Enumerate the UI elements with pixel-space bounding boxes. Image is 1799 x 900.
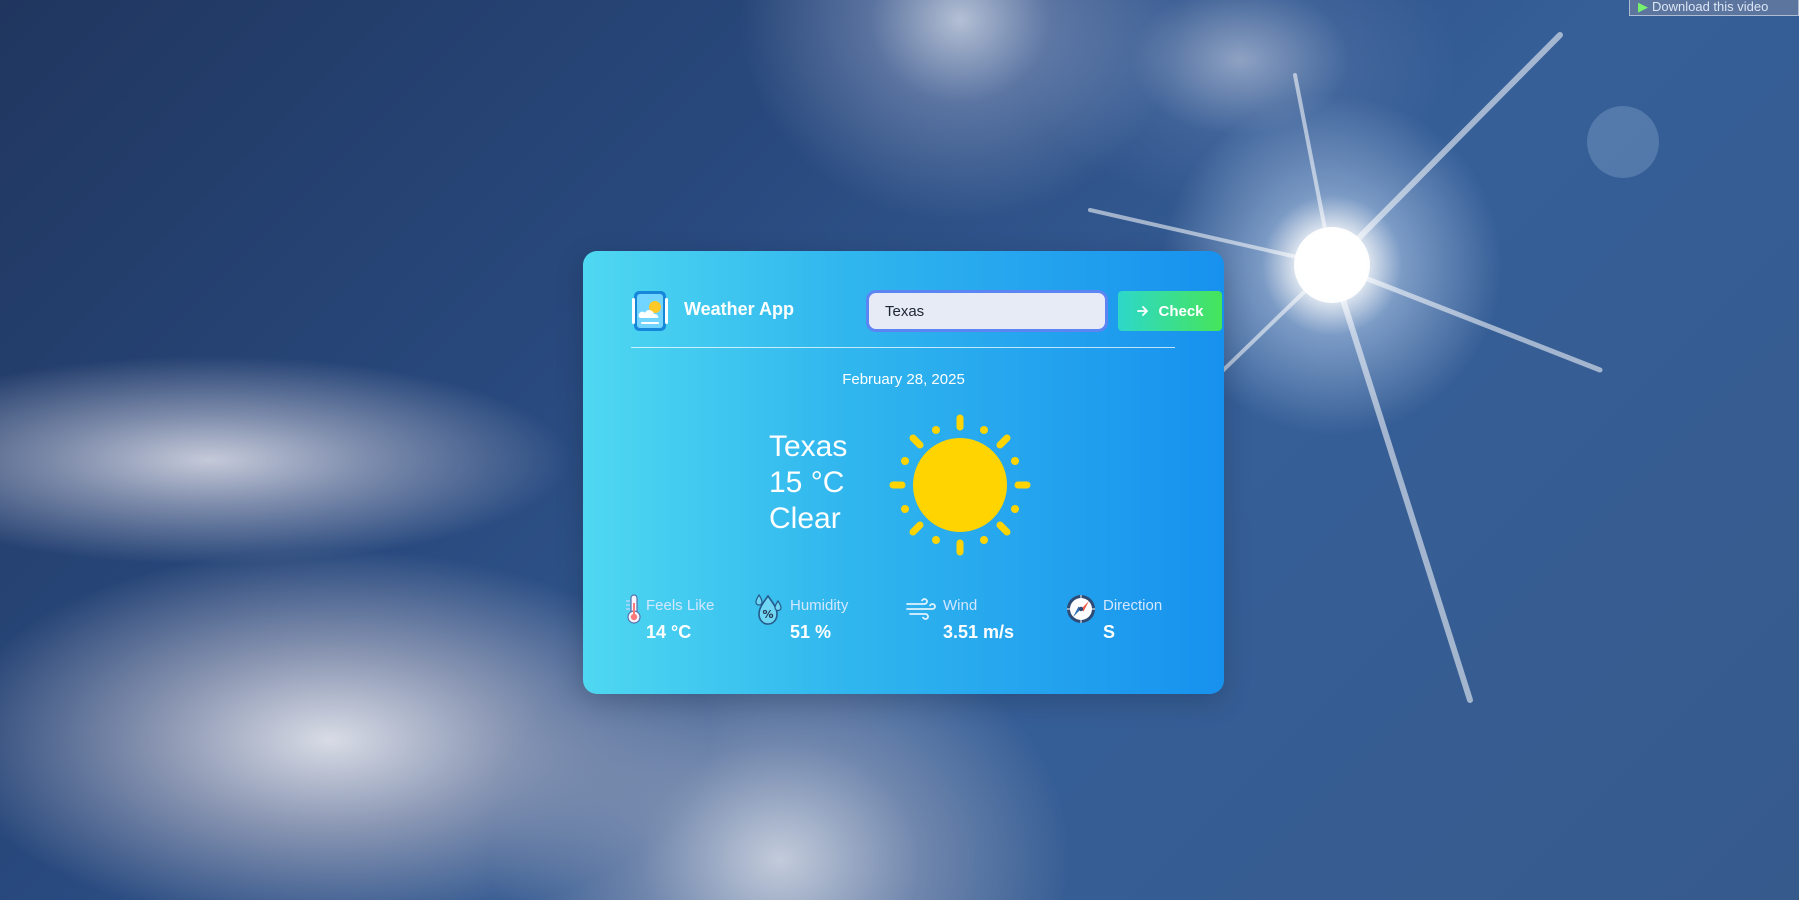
weather-date: February 28, 2025 — [842, 371, 965, 388]
play-icon: ▶ — [1638, 0, 1648, 14]
download-video-tab[interactable]: ▶ Download this video — [1629, 0, 1799, 16]
city-name: Texas — [769, 430, 848, 463]
location-search-input[interactable] — [866, 290, 1108, 332]
humidity-label: Humidity — [790, 597, 849, 614]
app-title: Weather App — [684, 299, 795, 319]
direction-value: S — [1103, 622, 1116, 642]
feels-like-stat: Feels Like 14 °C — [623, 593, 733, 653]
svg-text:%: % — [762, 608, 773, 621]
humidity-stat: % Humidity 51 % — [752, 593, 872, 653]
arrow-right-icon — [1137, 306, 1149, 316]
direction-stat: Direction S — [1065, 593, 1185, 653]
weather-condition: Clear — [769, 502, 841, 535]
thermometer-icon — [626, 594, 641, 624]
wind-icon — [906, 598, 936, 620]
header-divider — [631, 347, 1175, 348]
download-video-label: Download this video — [1652, 0, 1769, 14]
sun-icon — [889, 414, 1031, 556]
humidity-icon: % — [755, 593, 782, 625]
humidity-value: 51 % — [790, 622, 832, 642]
current-temperature: 15 °C — [769, 466, 845, 499]
weather-app-icon — [632, 291, 668, 331]
wind-stat: Wind 3.51 m/s — [905, 593, 1045, 653]
feels-like-value: 14 °C — [646, 622, 692, 642]
weather-details: Feels Like 14 °C % Humidity 51 % Wind 3.… — [623, 593, 1183, 653]
wind-value: 3.51 m/s — [943, 622, 1015, 642]
check-button[interactable]: Check — [1118, 291, 1222, 331]
feels-like-label: Feels Like — [646, 597, 715, 614]
direction-label: Direction — [1103, 597, 1163, 614]
weather-header: Weather App Check — [629, 290, 1222, 332]
wind-label: Wind — [943, 597, 978, 614]
check-button-label: Check — [1158, 302, 1204, 320]
compass-icon — [1067, 595, 1095, 623]
weather-card: Weather App Check February 28, 2025 Texa… — [583, 251, 1224, 694]
